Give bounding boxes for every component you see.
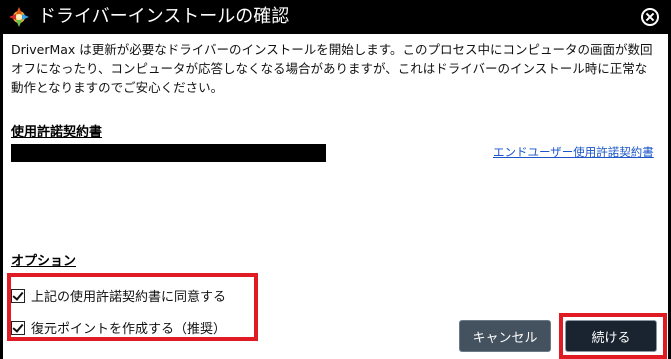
dialog-body: DriverMax は更新が必要なドライバーのインストールを開始します。このプロ… [3,34,668,359]
option-restore-point[interactable]: 復元ポイントを作成する（推奨） [11,318,226,337]
accept-license-label: 上記の使用許諾契約書に同意する [31,290,227,305]
option-accept-license[interactable]: 上記の使用許諾契約書に同意する [11,286,226,305]
drivermax-logo-icon [9,7,29,27]
restore-point-label: 復元ポイントを作成する（推奨） [31,322,227,337]
license-heading: 使用許諾契約書 [11,125,103,140]
cancel-button[interactable]: キャンセル [459,320,551,352]
accept-license-checkbox[interactable] [11,288,25,303]
restore-point-checkbox[interactable] [11,320,25,335]
eula-link[interactable]: エンドユーザー使用許諾契約書 [493,144,654,160]
title-bar: ドライバーインストールの確認 [0,0,671,34]
continue-button[interactable]: 続ける [565,320,657,352]
driver-install-confirm-dialog: ドライバーインストールの確認 DriverMax は更新が必要なドライバーのイン… [0,0,671,359]
redacted-block [11,144,326,162]
dialog-title: ドライバーインストールの確認 [38,6,290,27]
install-description: DriverMax は更新が必要なドライバーのインストールを開始します。このプロ… [11,42,653,95]
close-icon[interactable] [641,8,659,26]
options-heading: オプション [11,254,77,269]
